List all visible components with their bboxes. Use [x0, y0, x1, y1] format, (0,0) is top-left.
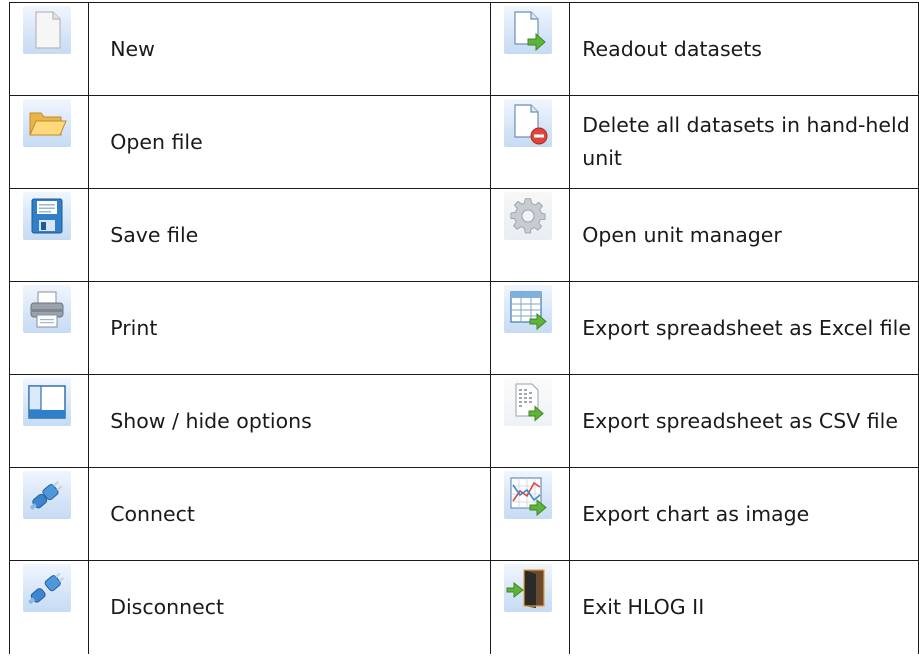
icon-cell	[489, 2, 571, 96]
gear-icon	[504, 192, 552, 240]
show-hide-options-label: Show / hide options	[110, 408, 312, 433]
icon-cell	[8, 95, 90, 189]
new-label: New	[110, 36, 155, 61]
icon-cell	[489, 188, 571, 282]
toolbar-icon-legend-table: New Readout datasets Open file Delete al…	[8, 2, 919, 654]
table-row: New Readout datasets	[8, 2, 919, 96]
connect-label: Connect	[110, 501, 195, 526]
floppy-disk-icon	[23, 192, 71, 240]
icon-cell	[489, 374, 571, 468]
print-label: Print	[110, 315, 158, 340]
table-row: Connect Export chart as image	[8, 467, 919, 561]
icon-cell	[8, 2, 90, 96]
label-cell: Save file	[88, 188, 491, 282]
label-cell: Export spreadsheet as CSV file	[569, 374, 919, 468]
options-panel-icon	[23, 378, 71, 426]
icon-cell	[489, 281, 571, 375]
label-cell: Open file	[88, 95, 491, 189]
table-row: Print Export spreadsheet as Excel file	[8, 281, 919, 375]
icon-cell	[489, 467, 571, 561]
label-cell: Open unit manager	[569, 188, 919, 282]
label-cell: Readout datasets	[569, 2, 919, 96]
connect-plug-icon	[23, 471, 71, 519]
printer-icon	[23, 285, 71, 333]
table-row: Save file Open unit manager	[8, 188, 919, 282]
table-row: Disconnect Exit HLOG II	[8, 560, 919, 654]
label-cell: Connect	[88, 467, 491, 561]
export-excel-label: Export spreadsheet as Excel file	[582, 315, 911, 340]
label-cell: New	[88, 2, 491, 96]
exit-label: Exit HLOG II	[582, 594, 705, 619]
delete-datasets-label: Delete all datasets in hand-held unit	[582, 113, 910, 170]
icon-cell	[489, 95, 571, 189]
export-csv-label: Export spreadsheet as CSV file	[582, 408, 898, 433]
icon-cell	[8, 188, 90, 282]
label-cell: Show / hide options	[88, 374, 491, 468]
label-cell: Print	[88, 281, 491, 375]
icon-cell	[489, 560, 571, 654]
export-chart-label: Export chart as image	[582, 501, 810, 526]
readout-datasets-label: Readout datasets	[582, 36, 762, 61]
table-row: Open file Delete all datasets in hand-he…	[8, 95, 919, 189]
icon-cell	[8, 281, 90, 375]
export-csv-icon	[504, 378, 552, 426]
export-chart-icon	[504, 471, 552, 519]
label-cell: Export spreadsheet as Excel file	[569, 281, 919, 375]
readout-datasets-icon	[504, 6, 552, 54]
delete-datasets-icon	[504, 99, 552, 147]
export-excel-icon	[504, 285, 552, 333]
new-document-icon	[23, 6, 71, 54]
icon-cell	[8, 374, 90, 468]
icon-cell	[8, 467, 90, 561]
disconnect-plug-icon	[23, 564, 71, 612]
exit-door-icon	[504, 564, 552, 612]
label-cell: Exit HLOG II	[569, 560, 919, 654]
label-cell: Delete all datasets in hand-held unit	[569, 95, 919, 189]
save-file-label: Save file	[110, 222, 199, 247]
icon-cell	[8, 560, 90, 654]
label-cell: Disconnect	[88, 560, 491, 654]
unit-manager-label: Open unit manager	[582, 222, 782, 247]
open-folder-icon	[23, 99, 71, 147]
label-cell: Export chart as image	[569, 467, 919, 561]
table-row: Show / hide options Export spreadsheet a…	[8, 374, 919, 468]
disconnect-label: Disconnect	[110, 594, 225, 619]
open-file-label: Open file	[110, 129, 203, 154]
